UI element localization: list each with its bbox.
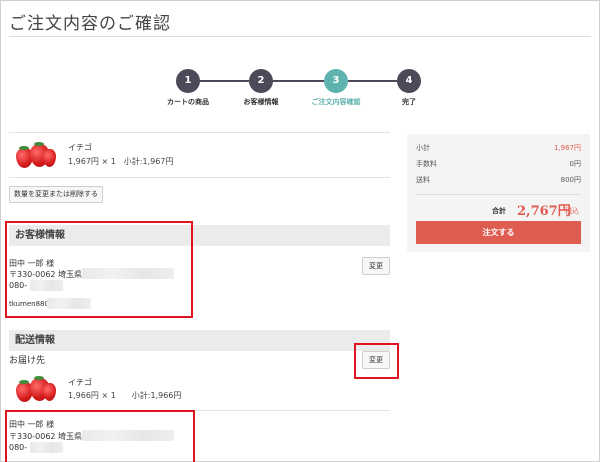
step-4-label: 完了 (402, 98, 416, 106)
product-image (14, 374, 56, 404)
edit-quantity-button[interactable]: 数量を変更または削除する (9, 186, 103, 203)
place-order-button[interactable]: 注文する (416, 221, 581, 244)
step-connector (348, 80, 398, 82)
total-label: 合計 (492, 207, 506, 215)
step-3-circle: 3 (324, 69, 348, 93)
step-4-circle: 4 (397, 69, 421, 93)
highlight-box (5, 410, 195, 462)
shipping-product-name: イチゴ (68, 378, 92, 387)
step-connector (199, 80, 249, 82)
shipping-fee-label: 送料 (416, 176, 430, 184)
step-connector (272, 80, 326, 82)
subtotal-value: 1,967円 (553, 144, 581, 152)
step-1-circle: 1 (176, 69, 200, 93)
step-2-circle: 2 (249, 69, 273, 93)
divider (9, 132, 390, 133)
total-value: 2,767円 (517, 204, 571, 219)
customer-change-button[interactable]: 変更 (362, 257, 390, 275)
shipping-info-heading: 配送情報 (9, 330, 390, 351)
delivery-destination-label: お届け先 (9, 356, 46, 366)
title-divider (9, 36, 591, 37)
fee-label: 手数料 (416, 160, 437, 168)
shipping-fee-value: 800円 (560, 176, 581, 184)
tax-included-label: 税込 (565, 207, 579, 215)
summary-divider (416, 194, 581, 195)
page-title: ご注文内容のご確認 (9, 14, 171, 34)
product-price-detail: 1,967円 × 1 小計:1,967円 (68, 157, 174, 166)
fee-value: 0円 (569, 160, 581, 168)
shipping-product-detail: 1,966円 × 1 小計:1,966円 (68, 391, 182, 400)
step-3-label: ご注文内容確認 (311, 98, 361, 106)
order-summary: 小計 1,967円 手数料 0円 送料 800円 合計 2,767円 税込 注文… (407, 134, 590, 252)
step-2-label: お客様情報 (243, 98, 279, 106)
product-name: イチゴ (68, 143, 92, 152)
highlight-box (5, 221, 193, 318)
step-1-label: カートの商品 (167, 98, 209, 106)
divider (9, 177, 390, 178)
highlight-box (354, 343, 399, 379)
product-image (14, 140, 56, 170)
subtotal-label: 小計 (416, 144, 430, 152)
